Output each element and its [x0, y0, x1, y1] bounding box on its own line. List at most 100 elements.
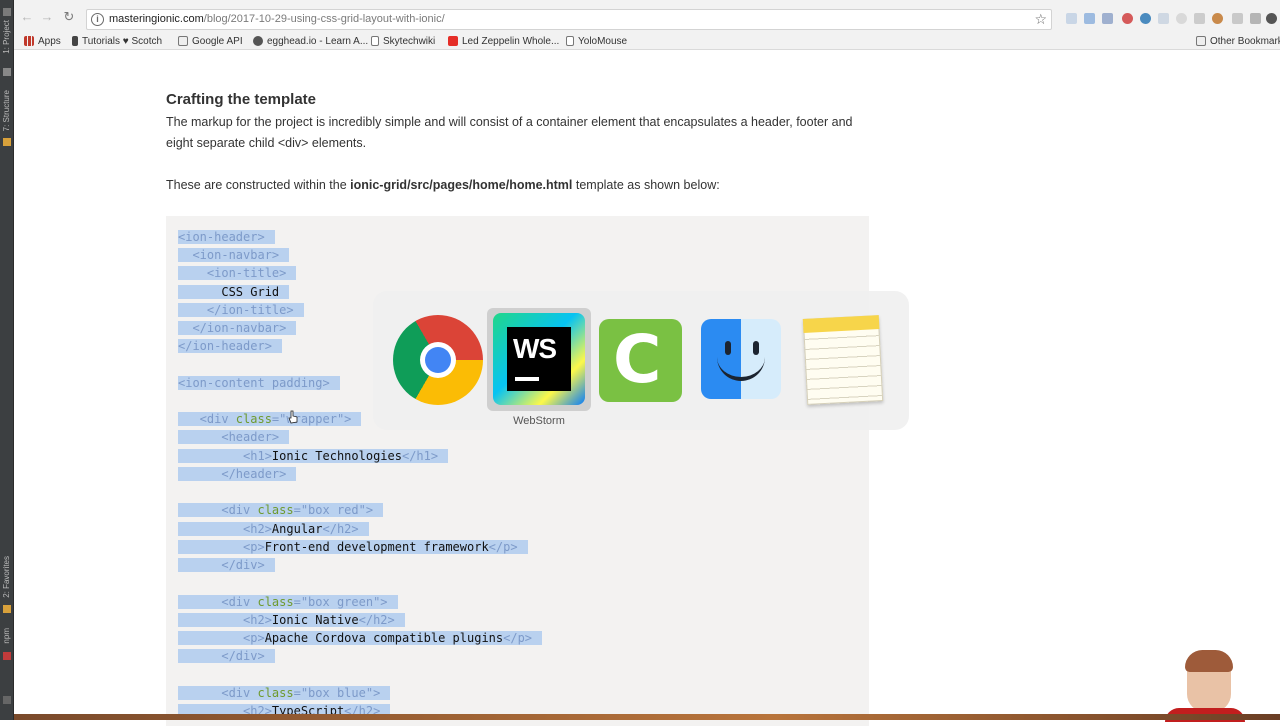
hand-cursor-icon [288, 410, 298, 424]
bookmark-star-icon[interactable]: ☆ [1034, 11, 1047, 28]
ide-tab-favorites[interactable]: 2: Favorites [2, 556, 12, 598]
code-text: <div [178, 503, 258, 517]
bookmark-apps[interactable]: Apps [24, 34, 61, 48]
path-paragraph: These are constructed within the ionic-g… [166, 175, 866, 196]
code-line: <div class="box green"> [178, 593, 398, 611]
finder-app-icon[interactable] [701, 319, 781, 399]
folder-icon [178, 36, 188, 46]
webstorm-logo-text: WS [513, 333, 557, 364]
code-text: <div [178, 412, 236, 426]
bookmark-google-api[interactable]: Google API [178, 34, 243, 48]
notes-app-icon[interactable] [802, 315, 884, 405]
url-domain: masteringionic.com [109, 13, 204, 25]
apps-grid-icon [24, 36, 34, 46]
extension-icon-11[interactable] [1250, 13, 1261, 24]
camtasia-app-icon[interactable]: C [599, 319, 682, 402]
bookmark-label: Led Zeppelin Whole... [462, 35, 560, 47]
ide-tab-npm[interactable]: npm [2, 628, 12, 644]
code-text: </ion-title> [178, 303, 304, 317]
code-text: ="box red"> [293, 503, 374, 517]
bookmark-label: Google API [192, 35, 243, 47]
ide-bottom-icon[interactable] [3, 696, 11, 704]
extension-icon-8[interactable] [1194, 13, 1205, 24]
back-arrow-icon[interactable]: ← [20, 10, 34, 24]
code-line: <ion-title> [178, 264, 297, 282]
bookmark-label: Skytechwiki [383, 35, 436, 47]
forward-arrow-icon[interactable]: → [40, 10, 54, 24]
code-line: <ion-content padding> [178, 374, 340, 392]
code-text: <header> [178, 430, 290, 444]
chrome-ring [420, 342, 456, 378]
code-line: </ion-header> [178, 337, 282, 355]
code-text: Apache Cordova compatible plugins [264, 631, 504, 645]
page-icon [566, 36, 574, 46]
code-line: <p>Front-end development framework</p> [178, 538, 528, 556]
app-switcher: WS WebStorm C [373, 291, 909, 430]
browser-toolbar: ← → ↻ i masteringionic.com/blog/2017-10-… [14, 0, 1280, 32]
code-text: <ion-content padding> [178, 376, 340, 390]
presenter-hair [1185, 650, 1233, 672]
code-attr: class [257, 503, 294, 517]
webstorm-logo-bar [515, 377, 539, 381]
code-text: <ion-header> [178, 230, 275, 244]
ide-tab-project[interactable]: 1: Project [2, 20, 12, 54]
code-line: <h2>Ionic Native</h2> [178, 611, 405, 629]
section-heading: Crafting the template [166, 91, 317, 108]
bookmark-scotch[interactable]: Tutorials ♥ Scotch [72, 34, 162, 48]
code-text: <p> [178, 540, 265, 554]
code-attr: class [257, 595, 294, 609]
extension-icon-9[interactable] [1212, 13, 1223, 24]
code-text: Front-end development framework [264, 540, 489, 554]
code-text: <div [178, 595, 258, 609]
webstorm-app-icon[interactable]: WS [493, 313, 585, 405]
bookmark-yolomouse[interactable]: YoloMouse [566, 34, 627, 48]
code-text: CSS Grid [178, 285, 290, 299]
code-line: <p>Apache Cordova compatible plugins</p> [178, 629, 543, 647]
code-attr: class [235, 412, 272, 426]
info-icon[interactable]: i [91, 13, 104, 26]
project-tool-icon[interactable] [3, 8, 11, 16]
para-text: template as shown below: [572, 178, 720, 192]
code-line: </div> [178, 556, 275, 574]
bookmark-label: egghead.io - Learn A... [267, 35, 369, 47]
chrome-app-icon[interactable] [393, 315, 483, 405]
extension-icon-2[interactable] [1084, 13, 1095, 24]
extension-icon-5[interactable] [1140, 13, 1151, 24]
bookmark-other[interactable]: Other Bookmarks [1196, 34, 1280, 48]
extension-icon-1[interactable] [1066, 13, 1077, 24]
extension-icon-6[interactable] [1158, 13, 1169, 24]
code-text: <h2> [178, 613, 272, 627]
url-path: /blog/2017-10-29-using-css-grid-layout-w… [203, 13, 445, 25]
code-line: </ion-navbar> [178, 319, 297, 337]
page-icon [371, 36, 379, 46]
npm-icon [3, 652, 11, 660]
code-text: <ion-navbar> [178, 248, 290, 262]
egghead-icon [253, 36, 263, 46]
extension-icon-4[interactable] [1122, 13, 1133, 24]
code-text: <h2> [178, 522, 272, 536]
code-text: ="box blue"> [293, 686, 381, 700]
bookmark-skytechwiki[interactable]: Skytechwiki [371, 34, 435, 48]
dock-edge [14, 714, 1280, 720]
extension-icon-10[interactable] [1232, 13, 1243, 24]
extension-icon-12[interactable] [1266, 13, 1277, 24]
extension-icon-7[interactable] [1176, 13, 1187, 24]
bookmark-label: Tutorials ♥ Scotch [82, 35, 163, 47]
ide-tab-structure[interactable]: 7: Structure [2, 90, 12, 131]
extension-icon-3[interactable] [1102, 13, 1113, 24]
structure-tool-icon[interactable] [3, 68, 11, 76]
code-text: </div> [178, 558, 275, 572]
folder-icon [1196, 36, 1206, 46]
reload-icon[interactable]: ↻ [62, 10, 76, 24]
bookmark-label: YoloMouse [578, 35, 628, 47]
code-text: </h2> [322, 522, 359, 536]
url-text[interactable]: masteringionic.com/blog/2017-10-29-using… [109, 13, 445, 25]
bookmark-led-zeppelin[interactable]: Led Zeppelin Whole... [448, 34, 559, 48]
bookmark-egghead[interactable]: egghead.io - Learn A... [253, 34, 368, 48]
scotch-icon [72, 36, 78, 46]
code-text: </h1> [401, 449, 439, 463]
code-line: </ion-title> [178, 301, 304, 319]
chrome-core [425, 347, 451, 373]
code-text: <h1> [178, 449, 272, 463]
address-bar[interactable]: i masteringionic.com/blog/2017-10-29-usi… [86, 9, 1052, 30]
